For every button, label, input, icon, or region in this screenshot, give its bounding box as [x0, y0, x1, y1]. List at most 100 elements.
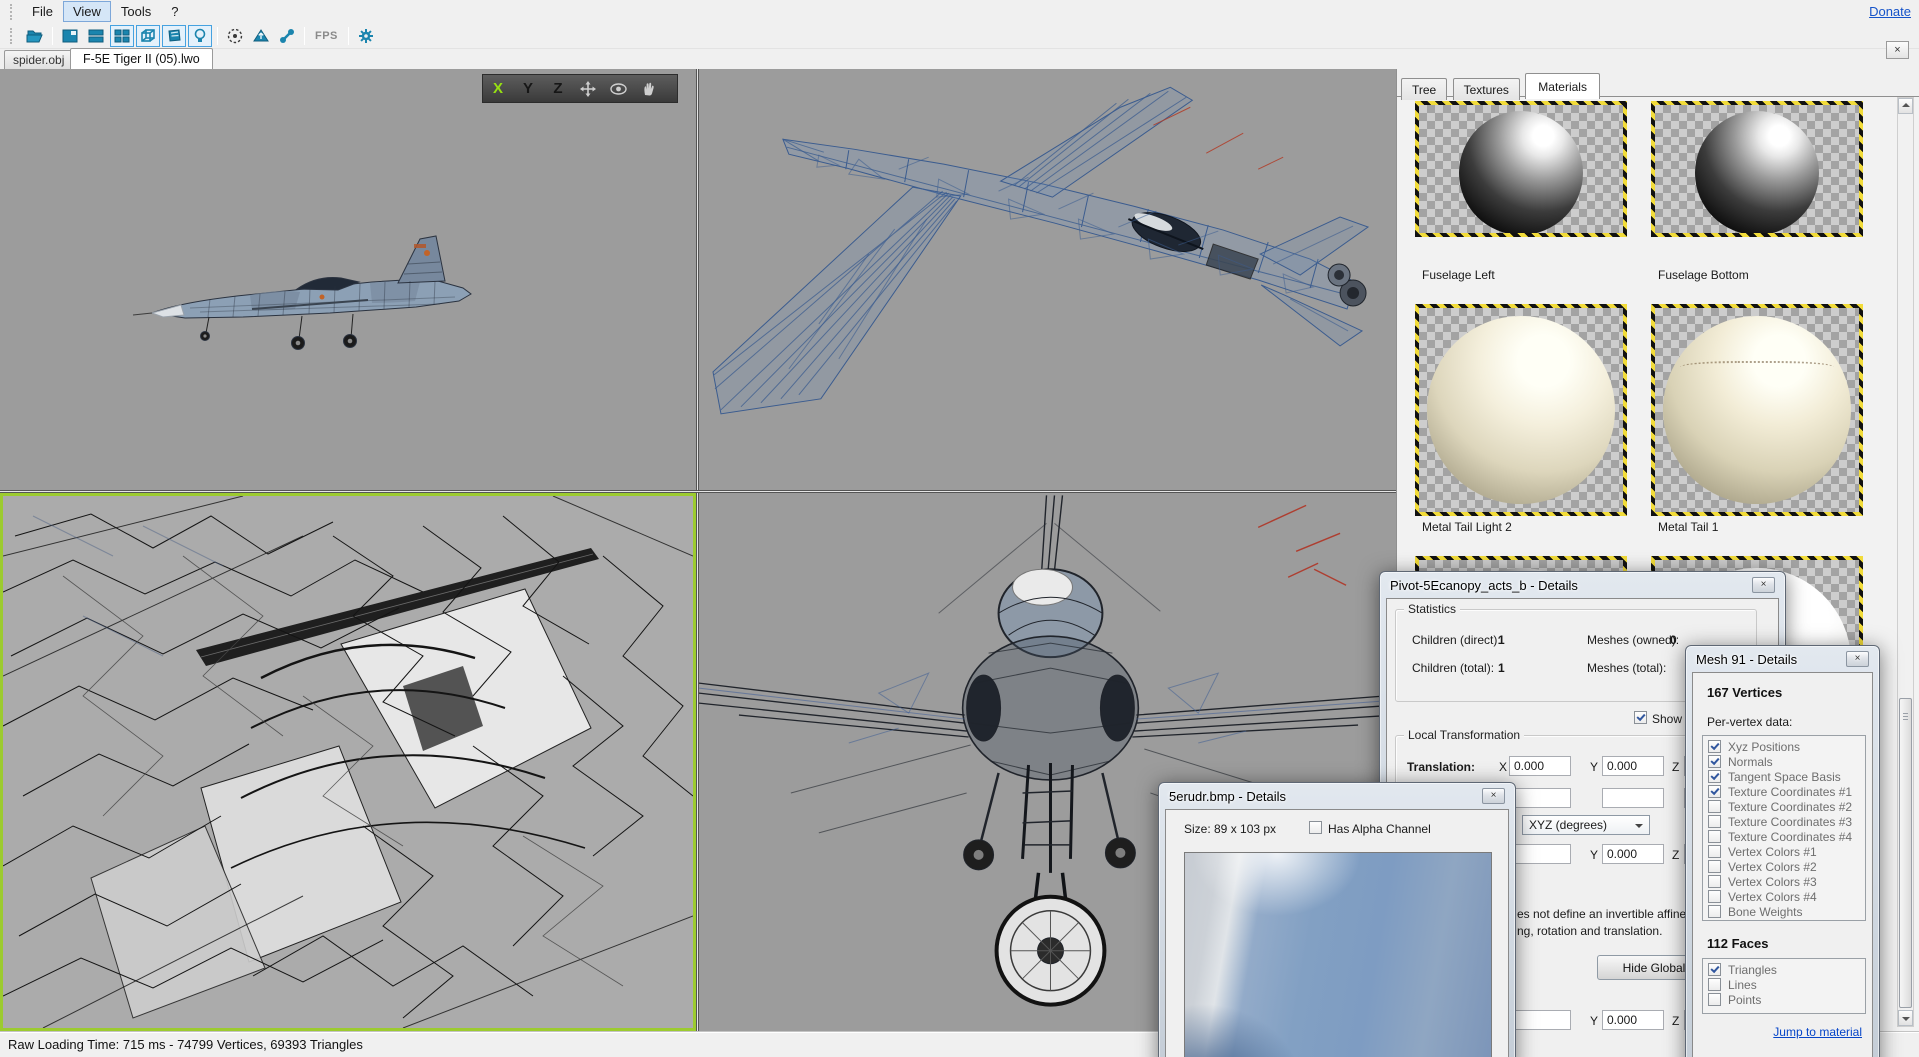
dialog-title-bar[interactable]: Mesh 91 - Details ×: [1692, 646, 1873, 672]
checkbox[interactable]: [1708, 875, 1721, 888]
menu-help[interactable]: ?: [161, 1, 188, 22]
rotation-mode-dropdown[interactable]: XYZ (degrees): [1522, 815, 1650, 835]
translation-x-field[interactable]: [1509, 756, 1571, 776]
look-tool-button[interactable]: [603, 83, 633, 95]
checkbox[interactable]: [1708, 890, 1721, 903]
tab-materials[interactable]: Materials: [1525, 73, 1600, 99]
quad-view-button[interactable]: [110, 25, 134, 47]
viewport-top-right[interactable]: [699, 69, 1396, 490]
axis-y-label: Y: [1590, 1014, 1598, 1028]
checkbox[interactable]: [1708, 770, 1721, 783]
checkbox[interactable]: [1708, 845, 1721, 858]
list-item[interactable]: Vertex Colors #2: [1703, 859, 1865, 874]
viewport-bottom-left[interactable]: [0, 493, 696, 1031]
mesh-details-dialog[interactable]: Mesh 91 - Details × 167 Vertices Per-ver…: [1685, 645, 1880, 1057]
menu-bar: File View Tools ? Donate: [0, 0, 1919, 23]
material-tile[interactable]: [1651, 101, 1863, 237]
close-button[interactable]: ×: [1846, 651, 1869, 667]
meshes-total-label: Meshes (total):: [1587, 661, 1666, 675]
list-item[interactable]: Lines: [1703, 977, 1865, 992]
scroll-up-button[interactable]: [1898, 98, 1913, 114]
scaling-x-field[interactable]: [1509, 788, 1571, 808]
checkbox[interactable]: [1708, 978, 1721, 991]
panel-close-button[interactable]: ×: [1886, 41, 1909, 59]
dialog-title-bar[interactable]: Pivot-5Ecanopy_acts_b - Details ×: [1386, 572, 1779, 598]
list-item[interactable]: Points: [1703, 992, 1865, 1007]
dialog-title-bar[interactable]: 5erudr.bmp - Details ×: [1165, 783, 1509, 809]
list-item[interactable]: Triangles: [1703, 962, 1865, 977]
rotation-x-field[interactable]: [1509, 844, 1571, 864]
list-item[interactable]: Vertex Colors #4: [1703, 889, 1865, 904]
checkbox[interactable]: [1708, 905, 1721, 918]
move-tool-button[interactable]: [573, 81, 603, 97]
global-x-field[interactable]: [1509, 1010, 1571, 1030]
checkbox[interactable]: [1708, 755, 1721, 768]
list-item[interactable]: Texture Coordinates #1: [1703, 784, 1865, 799]
menu-tools[interactable]: Tools: [111, 1, 161, 22]
axis-y-button[interactable]: Y: [513, 80, 543, 97]
children-total-value: 1: [1498, 661, 1505, 675]
checkbox[interactable]: [1708, 785, 1721, 798]
pivot-view-button[interactable]: [249, 25, 273, 47]
single-view-button[interactable]: [58, 25, 82, 47]
close-button[interactable]: ×: [1482, 788, 1505, 804]
pan-tool-button[interactable]: [633, 81, 663, 96]
tab-textures[interactable]: Textures: [1453, 78, 1520, 100]
doc-tab-f5e[interactable]: F-5E Tiger II (05).lwo: [70, 48, 213, 69]
textured-toggle-button[interactable]: [162, 25, 186, 47]
materials-scrollbar[interactable]: [1897, 97, 1914, 1027]
material-tile[interactable]: [1415, 304, 1627, 516]
checkbox[interactable]: [1708, 800, 1721, 813]
item-label: Lines: [1728, 978, 1757, 992]
lighting-toggle-button[interactable]: [188, 25, 212, 47]
close-button[interactable]: ×: [1752, 577, 1775, 593]
list-item[interactable]: Tangent Space Basis: [1703, 769, 1865, 784]
checkbox[interactable]: [1708, 963, 1721, 976]
list-item[interactable]: Vertex Colors #1: [1703, 844, 1865, 859]
list-item[interactable]: Normals: [1703, 754, 1865, 769]
list-item[interactable]: Bone Weights: [1703, 904, 1865, 919]
checkbox[interactable]: [1708, 740, 1721, 753]
list-item[interactable]: Texture Coordinates #2: [1703, 799, 1865, 814]
show-checkbox[interactable]: [1634, 711, 1647, 724]
checkbox[interactable]: [1708, 993, 1721, 1006]
wireframe-toggle-button[interactable]: [136, 25, 160, 47]
toolbar-grip: [10, 4, 14, 20]
checkbox[interactable]: [1708, 815, 1721, 828]
open-file-button[interactable]: [23, 25, 47, 47]
material-tile[interactable]: [1415, 101, 1627, 237]
rotation-y-field[interactable]: [1602, 844, 1664, 864]
donate-link[interactable]: Donate: [1869, 4, 1911, 19]
tab-tree[interactable]: Tree: [1401, 78, 1447, 100]
skeleton-view-button[interactable]: [275, 25, 299, 47]
translation-y-field[interactable]: [1602, 756, 1664, 776]
global-y-field[interactable]: [1602, 1010, 1664, 1030]
list-item[interactable]: Texture Coordinates #3: [1703, 814, 1865, 829]
close-icon: ×: [1894, 44, 1900, 56]
material-tile[interactable]: [1651, 304, 1863, 516]
split-view-button[interactable]: [84, 25, 108, 47]
scrollbar-thumb[interactable]: [1899, 698, 1912, 1008]
list-item[interactable]: Xyz Positions: [1703, 739, 1865, 754]
axis-x-button[interactable]: X: [483, 80, 513, 97]
scaling-y-field[interactable]: [1602, 788, 1664, 808]
doc-tab-spider[interactable]: spider.obj: [4, 50, 73, 69]
viewport-divider-horizontal[interactable]: [0, 490, 1396, 493]
axis-z-button[interactable]: Z: [543, 80, 573, 97]
selection-mode-button[interactable]: [223, 25, 247, 47]
jump-to-material-link[interactable]: Jump to material: [1773, 1025, 1862, 1039]
viewport-top-left[interactable]: X Y Z: [0, 69, 696, 490]
checkbox[interactable]: [1708, 830, 1721, 843]
checkbox[interactable]: [1708, 860, 1721, 873]
menu-file[interactable]: File: [22, 1, 63, 22]
fps-toggle[interactable]: FPS: [309, 30, 344, 42]
viewport-divider-vertical[interactable]: [696, 69, 699, 1031]
alpha-channel-checkbox[interactable]: [1309, 821, 1322, 834]
faces-list: Triangles Lines Points: [1702, 958, 1866, 1014]
scroll-down-button[interactable]: [1898, 1010, 1913, 1026]
list-item[interactable]: Vertex Colors #3: [1703, 874, 1865, 889]
texture-details-dialog[interactable]: 5erudr.bmp - Details × Size: 89 x 103 px…: [1158, 782, 1516, 1057]
menu-view[interactable]: View: [63, 1, 111, 22]
settings-button[interactable]: [354, 25, 378, 47]
list-item[interactable]: Texture Coordinates #4: [1703, 829, 1865, 844]
